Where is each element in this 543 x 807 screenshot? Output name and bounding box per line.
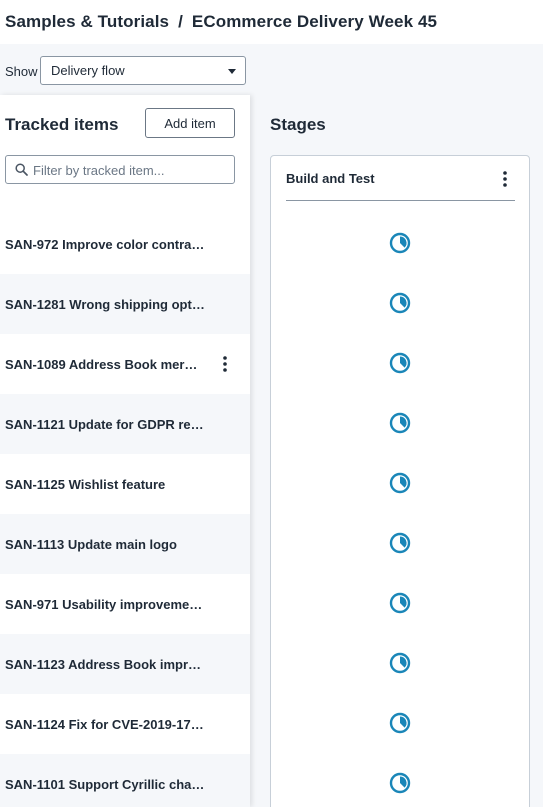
show-label: Show — [5, 64, 38, 79]
tracked-item-label: SAN-1124 Fix for CVE-2019-17592 — [5, 716, 208, 732]
breadcrumb-project-link[interactable]: Samples & Tutorials — [5, 12, 169, 32]
in-progress-icon — [389, 472, 411, 499]
search-icon — [15, 163, 28, 181]
stage-status-cell[interactable] — [271, 695, 529, 755]
stage-name: Build and Test — [286, 171, 375, 186]
toolbar: Show Delivery flow — [0, 44, 543, 95]
tracked-item-row[interactable]: SAN-1124 Fix for CVE-2019-17592 — [0, 694, 250, 754]
stage-status-cell[interactable] — [271, 755, 529, 807]
tracked-items-panel: Tracked items Add item SAN-972 Improve c… — [0, 95, 250, 807]
stage-status-cell[interactable] — [271, 635, 529, 695]
stage-status-cell[interactable] — [271, 275, 529, 335]
stage-status-cells — [271, 215, 529, 807]
in-progress-icon — [389, 532, 411, 559]
view-select[interactable]: Delivery flow — [40, 56, 246, 85]
tracked-item-label: SAN-1101 Support Cyrillic characters — [5, 776, 208, 792]
tracked-item-row[interactable]: SAN-1121 Update for GDPR requirements — [0, 394, 250, 454]
tracked-item-label: SAN-1123 Address Book improvements — [5, 656, 208, 672]
tracked-item-row[interactable]: SAN-1113 Update main logo — [0, 514, 250, 574]
more-options-icon[interactable] — [221, 356, 229, 375]
tracked-item-row[interactable]: SAN-1125 Wishlist feature — [0, 454, 250, 514]
stage-column-build-and-test: Build and Test — [270, 155, 530, 807]
tracked-item-label: SAN-1113 Update main logo — [5, 536, 177, 552]
add-item-button[interactable]: Add item — [145, 108, 235, 138]
in-progress-icon — [389, 592, 411, 619]
breadcrumb: Samples & Tutorials / ECommerce Delivery… — [5, 10, 437, 34]
in-progress-icon — [389, 292, 411, 319]
tracked-item-row[interactable]: SAN-1101 Support Cyrillic characters — [0, 754, 250, 807]
in-progress-icon — [389, 412, 411, 439]
tracked-item-row[interactable]: SAN-972 Improve color contrast in checko… — [0, 214, 250, 274]
tracked-item-label: SAN-1121 Update for GDPR requirements — [5, 416, 208, 432]
filter-input[interactable] — [33, 161, 228, 179]
tracked-items-title: Tracked items — [5, 115, 119, 134]
stage-status-cell[interactable] — [271, 575, 529, 635]
page-title: ECommerce Delivery Week 45 — [191, 12, 438, 31]
stage-options-icon[interactable] — [501, 171, 509, 192]
tracked-item-row[interactable]: SAN-971 Usability improvements for check… — [0, 574, 250, 634]
tracked-item-label: SAN-972 Improve color contrast in checko… — [5, 236, 208, 252]
in-progress-icon — [389, 772, 411, 799]
in-progress-icon — [389, 352, 411, 379]
in-progress-icon — [389, 652, 411, 679]
tracked-item-row[interactable]: SAN-1281 Wrong shipping options shown — [0, 274, 250, 334]
tracked-items-list: SAN-972 Improve color contrast in checko… — [0, 214, 250, 807]
in-progress-icon — [389, 232, 411, 259]
tracked-item-row[interactable]: SAN-1089 Address Book merge support — [0, 334, 250, 394]
stage-status-cell[interactable] — [271, 335, 529, 395]
caret-down-icon — [228, 69, 236, 74]
filter-field[interactable] — [5, 155, 235, 184]
stage-status-cell[interactable] — [271, 215, 529, 275]
view-select-value: Delivery flow — [51, 63, 125, 78]
in-progress-icon — [389, 712, 411, 739]
tracked-item-label: SAN-1089 Address Book merge support — [5, 356, 203, 372]
tracked-item-label: SAN-971 Usability improvements for check… — [5, 596, 208, 612]
stage-status-cell[interactable] — [271, 395, 529, 455]
tracked-item-label: SAN-1281 Wrong shipping options shown — [5, 296, 208, 312]
stage-status-cell[interactable] — [271, 455, 529, 515]
tracked-item-label: SAN-1125 Wishlist feature — [5, 476, 166, 492]
stages-title: Stages — [270, 115, 326, 134]
breadcrumb-separator: / — [178, 12, 183, 31]
stage-header: Build and Test — [286, 171, 515, 201]
tracked-item-row[interactable]: SAN-1123 Address Book improvements — [0, 634, 250, 694]
stage-status-cell[interactable] — [271, 515, 529, 575]
